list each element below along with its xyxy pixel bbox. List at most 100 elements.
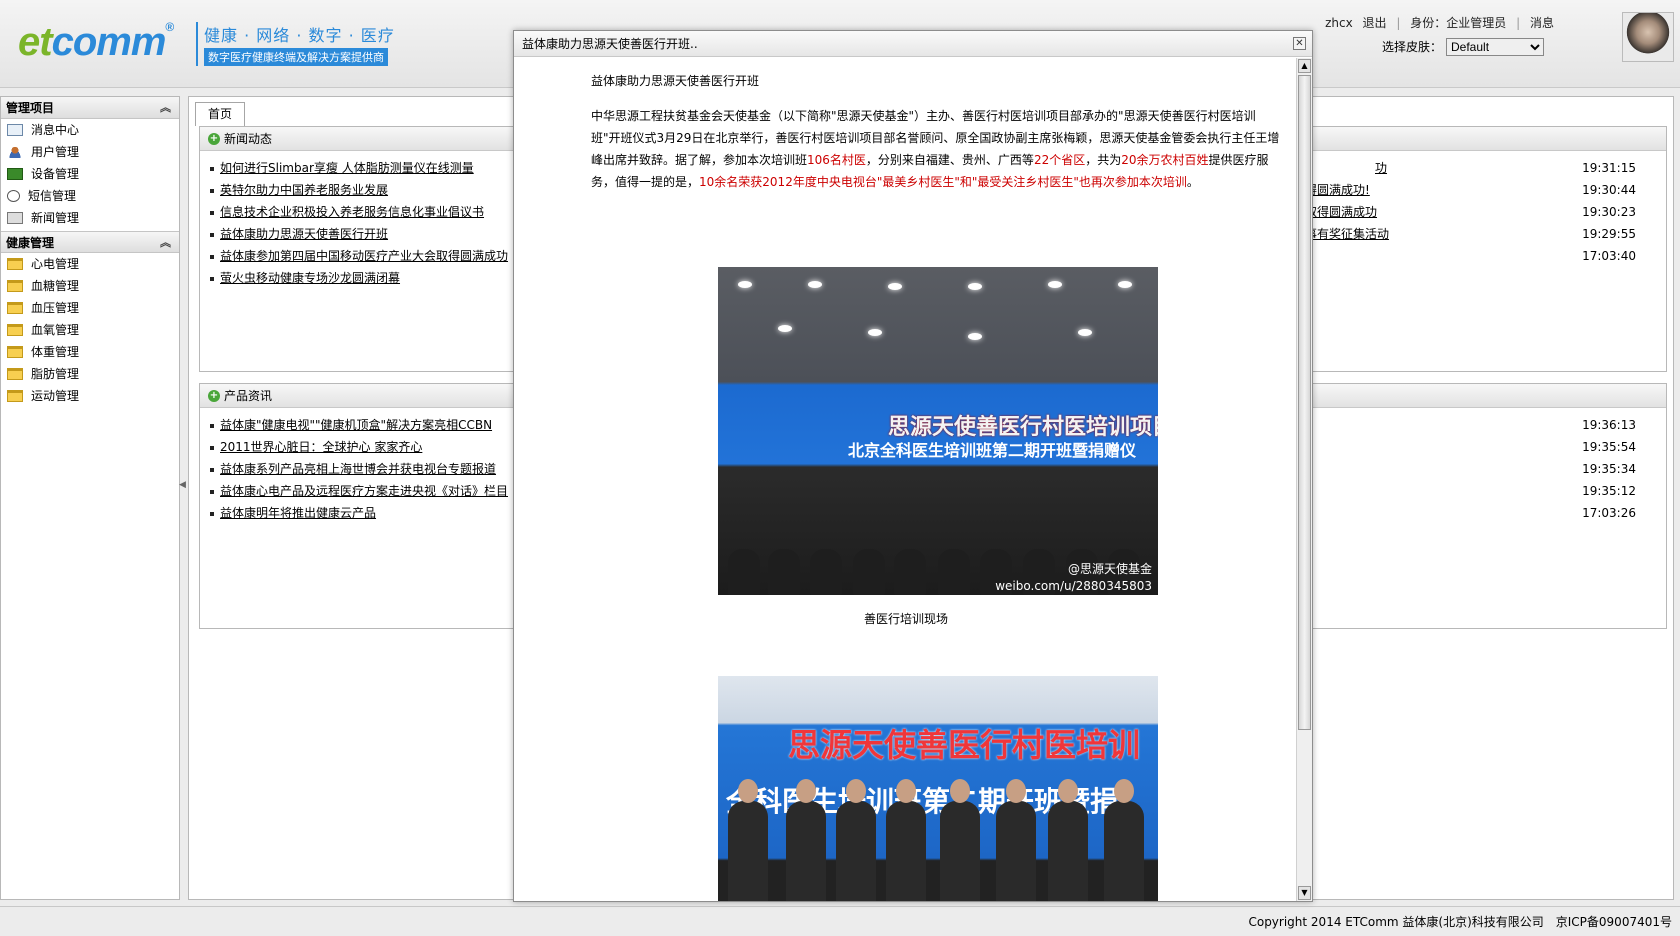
logo-et: et bbox=[18, 20, 53, 64]
photo-banner-text: 思源天使善医行村医培训 bbox=[788, 726, 1141, 764]
para-highlight: 22个省区 bbox=[1033, 153, 1086, 167]
timestamp: 19:30:44 bbox=[1582, 183, 1636, 197]
sidebar-item-label: 脂肪管理 bbox=[31, 367, 80, 381]
para-highlight: 20余万农村百姓 bbox=[1121, 153, 1209, 167]
skin-label: 选择皮肤： bbox=[1381, 40, 1442, 54]
para-text: 。 bbox=[1186, 175, 1199, 189]
product-link[interactable]: 益体康心电产品及远程医疗方案走进央视《对话》栏目 bbox=[220, 484, 508, 498]
dialog-title: 益体康助力思源天使善医行开班.. bbox=[522, 37, 698, 51]
timestamp: 19:35:12 bbox=[1582, 484, 1636, 498]
section-health[interactable]: 健康管理 ︽ bbox=[1, 231, 179, 253]
product-link[interactable]: 益体康"健康电视""健康机顶盒"解决方案亮相CCBN bbox=[220, 418, 492, 432]
expand-icon[interactable]: + bbox=[208, 390, 220, 402]
photo-banner-text: 北京全科医生培训班第二期开班暨捐赠仪 bbox=[848, 441, 1137, 460]
photo-watermark: weibo.com/u/2880345803 bbox=[995, 579, 1152, 593]
skin-select[interactable]: Default bbox=[1446, 38, 1544, 56]
section-title: 管理项目 bbox=[6, 101, 55, 115]
article-photo-training: 思源天使善医行村医培训项目 北京全科医生培训班第二期开班暨捐赠仪 @思源天使基金… bbox=[718, 267, 1158, 595]
username: zhcx bbox=[1325, 16, 1353, 30]
para-text: ，分别来自福建、贵州、广西等 bbox=[865, 153, 1034, 167]
copyright-text: Copyright 2014 ETComm 益体康(北京)科技有限公司 京ICP… bbox=[1248, 915, 1672, 929]
folder-icon bbox=[7, 258, 23, 270]
timestamp: 17:03:40 bbox=[1582, 249, 1636, 263]
sidebar-item-label: 用户管理 bbox=[31, 145, 80, 159]
timestamp: 19:35:34 bbox=[1582, 462, 1636, 476]
footer: Copyright 2014 ETComm 益体康(北京)科技有限公司 京ICP… bbox=[0, 906, 1680, 936]
role-label: 身份：企业管理员 bbox=[1410, 16, 1507, 30]
sidebar-item-label: 血压管理 bbox=[31, 301, 80, 315]
tab-bar: 首页 bbox=[195, 102, 246, 126]
para-highlight: 10余名荣获2012年度中央电视台"最美乡村医生"和"最受关注乡村医生"也再次参… bbox=[699, 175, 1187, 189]
scroll-down-icon[interactable]: ▼ bbox=[1298, 886, 1311, 900]
close-icon[interactable]: ✕ bbox=[1293, 37, 1306, 50]
messages-link[interactable]: 消息 bbox=[1530, 16, 1554, 30]
para-highlight: 106名村医 bbox=[807, 153, 866, 167]
device-icon bbox=[7, 168, 23, 180]
sidebar-item-ecg[interactable]: 心电管理 bbox=[1, 253, 179, 275]
photo-watermark: @思源天使基金 bbox=[1067, 562, 1152, 576]
sidebar-item-label: 短信管理 bbox=[28, 189, 77, 203]
sidebar-item-users[interactable]: 用户管理 bbox=[1, 141, 179, 163]
sidebar: 管理项目 ︽ 消息中心 用户管理 设备管理 短信管理 新闻管理 健康管理 ︽ 心… bbox=[0, 96, 180, 900]
scroll-up-icon[interactable]: ▲ bbox=[1298, 59, 1311, 73]
timestamp: 19:31:15 bbox=[1582, 161, 1636, 175]
product-link[interactable]: 益体康明年将推出健康云产品 bbox=[220, 506, 376, 520]
logo-registered: ® bbox=[165, 20, 174, 34]
news-link[interactable]: 益体康参加第四届中国移动医疗产业大会取得圆满成功 bbox=[220, 249, 508, 263]
timestamp: 17:03:26 bbox=[1582, 506, 1636, 520]
logout-link[interactable]: 退出 bbox=[1363, 16, 1387, 30]
timestamp: 19:35:54 bbox=[1582, 440, 1636, 454]
sidebar-toggle-icon[interactable]: ◀ bbox=[179, 480, 186, 490]
product-link[interactable]: 益体康系列产品亮相上海世博会并获电视台专题报道 bbox=[220, 462, 496, 476]
avatar[interactable] bbox=[1622, 12, 1674, 62]
sidebar-item-oxygen[interactable]: 血氧管理 bbox=[1, 319, 179, 341]
scroll-thumb[interactable] bbox=[1298, 75, 1311, 730]
news-link[interactable]: 英特尔助力中国养老服务业发展 bbox=[220, 183, 388, 197]
sidebar-item-news[interactable]: 新闻管理 bbox=[1, 207, 179, 229]
section-title: 健康管理 bbox=[6, 236, 55, 250]
news-link[interactable]: 萤火虫移动健康专场沙龙圆满闭幕 bbox=[220, 271, 400, 285]
sidebar-item-fat[interactable]: 脂肪管理 bbox=[1, 363, 179, 385]
dialog-scrollbar[interactable]: ▲ ▼ bbox=[1296, 58, 1312, 901]
folder-icon bbox=[7, 324, 23, 336]
timestamp: 19:36:13 bbox=[1582, 418, 1636, 432]
slogan-line1: 健康 · 网络 · 数字 · 医疗 bbox=[204, 26, 395, 45]
sidebar-item-sms[interactable]: 短信管理 bbox=[1, 185, 179, 207]
article-photo-group: 思源天使善医行村医培训 全科医生培训班第二期开班暨捐 bbox=[718, 676, 1158, 901]
folder-icon bbox=[7, 346, 23, 358]
sidebar-item-label: 体重管理 bbox=[31, 345, 80, 359]
sidebar-item-label: 消息中心 bbox=[31, 123, 80, 137]
article-dialog: 益体康助力思源天使善医行开班.. ✕ 益体康助力思源天使善医行开班 中华思源工程… bbox=[513, 30, 1313, 902]
sidebar-item-label: 血糖管理 bbox=[31, 279, 80, 293]
collapse-icon[interactable]: ︽ bbox=[160, 97, 171, 119]
skin-selector: 选择皮肤： Default bbox=[1382, 38, 1544, 56]
sidebar-item-label: 新闻管理 bbox=[31, 211, 80, 225]
dialog-body[interactable]: 益体康助力思源天使善医行开班 中华思源工程扶贫基金会天使基金（以下简称"思源天使… bbox=[514, 58, 1296, 901]
tab-home[interactable]: 首页 bbox=[195, 102, 246, 126]
dialog-titlebar[interactable]: 益体康助力思源天使善医行开班.. ✕ bbox=[514, 31, 1312, 57]
sidebar-item-glucose[interactable]: 血糖管理 bbox=[1, 275, 179, 297]
sidebar-item-devices[interactable]: 设备管理 bbox=[1, 163, 179, 185]
section-management[interactable]: 管理项目 ︽ bbox=[1, 97, 179, 119]
news-link[interactable]: 如何进行Slimbar享瘦 人体脂肪测量仪在线测量 bbox=[220, 161, 474, 175]
product-link[interactable]: 2011世界心脏日：全球护心 家家齐心 bbox=[220, 440, 422, 454]
folder-icon bbox=[7, 390, 23, 402]
panel-title: 产品资讯 bbox=[224, 389, 273, 403]
expand-icon[interactable]: + bbox=[208, 133, 220, 145]
timestamp: 19:29:55 bbox=[1582, 227, 1636, 241]
sidebar-item-exercise[interactable]: 运动管理 bbox=[1, 385, 179, 407]
collapse-icon[interactable]: ︽ bbox=[160, 232, 171, 254]
article: 益体康助力思源天使善医行开班 中华思源工程扶贫基金会天使基金（以下简称"思源天使… bbox=[514, 58, 1296, 193]
para-text: ，共为 bbox=[1085, 153, 1122, 167]
slogan: 健康 · 网络 · 数字 · 医疗 数字医疗健康终端及解决方案提供商 bbox=[196, 22, 395, 66]
folder-icon bbox=[7, 280, 23, 292]
news-link[interactable]: 益体康助力思源天使善医行开班 bbox=[220, 227, 388, 241]
sidebar-item-pressure[interactable]: 血压管理 bbox=[1, 297, 179, 319]
sidebar-item-messages[interactable]: 消息中心 bbox=[1, 119, 179, 141]
sidebar-item-weight[interactable]: 体重管理 bbox=[1, 341, 179, 363]
news-icon bbox=[7, 212, 23, 224]
sidebar-item-label: 运动管理 bbox=[31, 389, 80, 403]
message-icon bbox=[7, 124, 23, 136]
news-link[interactable]: 信息技术企业积极投入养老服务信息化事业倡议书 bbox=[220, 205, 484, 219]
etcomm-logo[interactable]: etcomm® bbox=[18, 20, 174, 65]
